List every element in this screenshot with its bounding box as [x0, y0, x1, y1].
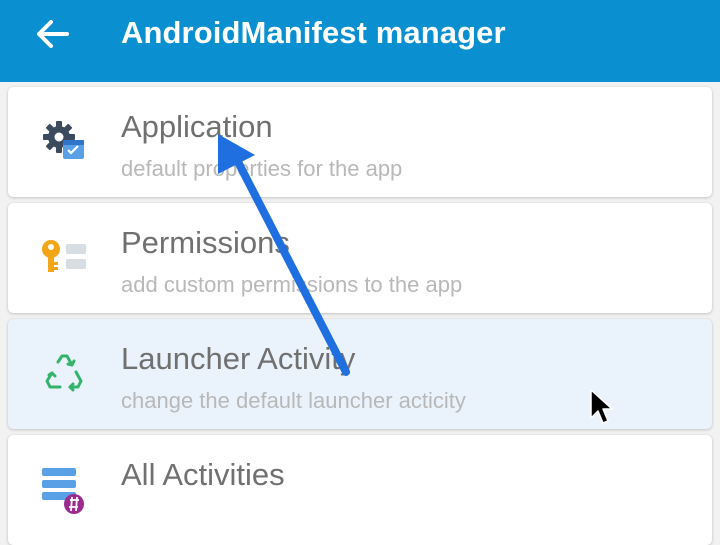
item-title: Launcher Activity	[121, 341, 356, 376]
item-subtitle: add custom permissions to the app	[121, 272, 463, 297]
item-title: Application	[121, 109, 273, 144]
item-subtitle: change the default launcher acticity	[121, 388, 466, 413]
list-item-application[interactable]: Application default properties for the a…	[8, 87, 712, 197]
page-title: AndroidManifest manager	[121, 15, 506, 50]
arrow-left-icon	[37, 20, 69, 48]
item-title: All Activities	[121, 457, 285, 492]
app-bar: AndroidManifest manager	[0, 0, 720, 82]
item-title: Permissions	[121, 225, 290, 260]
key-icon	[40, 234, 88, 282]
item-subtitle: default properties for the app	[121, 156, 403, 181]
list-item-all-activities[interactable]: All Activities	[8, 435, 712, 545]
recycle-icon	[40, 350, 88, 398]
list-item-permissions[interactable]: Permissions add custom permissions to th…	[8, 203, 712, 313]
back-button[interactable]	[22, 12, 82, 56]
gear-settings-icon	[40, 118, 88, 166]
list-hash-icon	[40, 466, 88, 514]
list-item-launcher-activity[interactable]: Launcher Activity change the default lau…	[8, 319, 712, 429]
